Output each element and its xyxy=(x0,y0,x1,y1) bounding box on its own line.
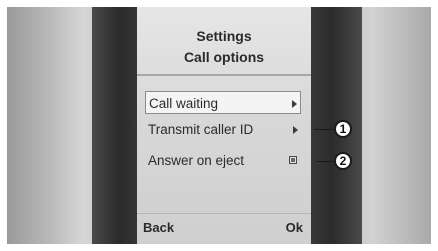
menu-item-label: Answer on eject xyxy=(148,153,245,168)
title-divider xyxy=(137,74,311,76)
menu-item-call-waiting[interactable]: Call waiting xyxy=(145,91,301,114)
screen-bezel-left xyxy=(92,7,142,244)
screen-subtitle: Call options xyxy=(183,49,265,65)
menu-item-label: Call waiting xyxy=(149,96,219,111)
menu-item-transmit-caller-id[interactable]: Transmit caller ID xyxy=(145,118,301,141)
footer-divider xyxy=(137,213,311,214)
ok-softkey[interactable]: Ok xyxy=(286,220,303,235)
callout-badge-2: 2 xyxy=(334,152,352,170)
screen-title: Settings xyxy=(196,28,252,44)
callout-leader-1 xyxy=(314,129,335,130)
menu-item-answer-on-eject[interactable]: Answer on eject xyxy=(145,149,301,172)
edge-mark xyxy=(423,37,429,57)
callout-leader-2 xyxy=(316,161,335,162)
device-frame: Settings Call options Call waiting Trans… xyxy=(7,7,431,244)
arrow-right-icon xyxy=(293,126,298,134)
menu-item-label: Transmit caller ID xyxy=(148,122,254,137)
arrow-right-icon xyxy=(292,100,297,108)
display-screen: Settings Call options Call waiting Trans… xyxy=(137,7,311,244)
back-softkey[interactable]: Back xyxy=(143,220,174,235)
checkbox-icon[interactable] xyxy=(289,156,297,164)
callout-badge-1: 1 xyxy=(334,120,352,138)
